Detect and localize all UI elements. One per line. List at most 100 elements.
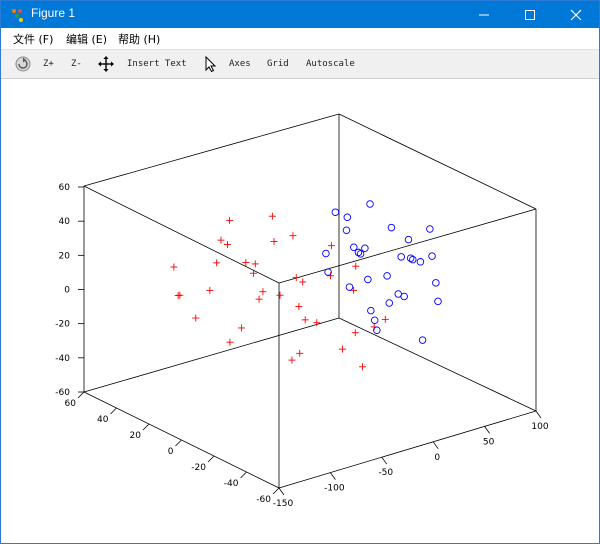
plus-point bbox=[251, 260, 259, 268]
menu-file[interactable]: 文件 (F) bbox=[13, 31, 53, 47]
scatter3d-plot: -150-100-50050100-60-40-200204060-60-40-… bbox=[55, 113, 549, 509]
plus-point bbox=[192, 314, 200, 322]
circle-point bbox=[370, 316, 379, 324]
circle-point bbox=[367, 306, 375, 315]
box-edge bbox=[83, 317, 340, 393]
box-edge bbox=[338, 113, 537, 210]
circle-point bbox=[364, 275, 372, 284]
menu-help[interactable]: 帮助 (H) bbox=[118, 31, 160, 47]
circle-point bbox=[343, 213, 352, 222]
circle-point bbox=[406, 254, 415, 262]
x-tick-mark bbox=[432, 441, 439, 450]
window-title: Figure 1 bbox=[31, 6, 76, 20]
plus-point bbox=[381, 315, 389, 323]
figure-window: Figure 1 文件 (F) 编辑 (E) 帮助 (H) Z+ Z- Inse… bbox=[0, 0, 600, 544]
insert-text-button[interactable]: Insert Text bbox=[127, 59, 187, 69]
circle-point bbox=[350, 243, 358, 252]
x-tick-label: -150 bbox=[273, 499, 294, 509]
y-tick-mark bbox=[207, 455, 215, 463]
plus-point bbox=[292, 274, 300, 282]
maximize-icon bbox=[525, 9, 535, 20]
plus-point bbox=[299, 278, 307, 286]
box-edge bbox=[278, 208, 537, 284]
circle-point bbox=[416, 258, 425, 266]
axes-box bbox=[83, 113, 537, 489]
plus-point bbox=[174, 292, 182, 300]
plus-point bbox=[217, 236, 225, 244]
circle-point bbox=[342, 226, 351, 235]
pan-icon[interactable] bbox=[97, 55, 115, 73]
x-tick-mark bbox=[381, 456, 388, 465]
plus-point bbox=[295, 303, 303, 311]
y-tick-label: 0 bbox=[168, 447, 174, 457]
circle-point bbox=[366, 200, 374, 208]
circle-point bbox=[361, 244, 369, 253]
minimize-icon bbox=[479, 14, 489, 15]
z-tick-label: -20 bbox=[55, 320, 70, 330]
y-tick-mark bbox=[77, 391, 85, 399]
plus-point bbox=[276, 291, 284, 299]
rotate-icon[interactable] bbox=[14, 55, 32, 73]
plus-point bbox=[223, 241, 231, 249]
plus-point bbox=[170, 263, 178, 271]
plus-point bbox=[289, 232, 297, 240]
data-points bbox=[170, 200, 442, 371]
circle-point bbox=[387, 223, 396, 232]
circle-point bbox=[418, 336, 427, 344]
x-tick-label: -100 bbox=[324, 484, 345, 494]
x-tick-label: 100 bbox=[531, 422, 548, 432]
app-icon bbox=[11, 9, 23, 22]
z-tick-label: -40 bbox=[55, 354, 70, 364]
plus-point bbox=[327, 242, 335, 250]
plus-point bbox=[268, 212, 276, 220]
y-tick-label: -20 bbox=[191, 463, 206, 473]
circle-point bbox=[432, 279, 440, 287]
box-edge bbox=[83, 185, 280, 284]
maximize-button[interactable] bbox=[507, 1, 553, 28]
x-tick-mark bbox=[278, 487, 285, 496]
plus-point bbox=[238, 324, 246, 332]
autoscale-button[interactable]: Autoscale bbox=[306, 59, 355, 69]
title-bar[interactable]: Figure 1 bbox=[1, 1, 599, 28]
plus-point bbox=[255, 295, 263, 303]
x-tick-label: 50 bbox=[483, 437, 495, 447]
plot-canvas[interactable]: -150 -100 -50 0 50 100 -60 -40 -20 0 20 40 60 -60 -40-… bbox=[1, 78, 599, 543]
zoom-in-button[interactable]: Z+ bbox=[43, 59, 54, 69]
circle-point bbox=[356, 250, 365, 258]
zoom-out-button[interactable]: Z- bbox=[71, 59, 82, 69]
grid-button[interactable]: Grid bbox=[267, 59, 289, 69]
axes-button[interactable]: Axes bbox=[229, 59, 251, 69]
circle-point bbox=[324, 268, 332, 276]
circle-point bbox=[434, 297, 442, 306]
y-tick-label: 60 bbox=[65, 399, 77, 409]
y-tick-label: 40 bbox=[97, 415, 109, 425]
plus-point bbox=[359, 363, 367, 371]
circle-point bbox=[409, 255, 417, 264]
x-tick-mark bbox=[484, 426, 490, 434]
x-tick-mark bbox=[330, 472, 336, 480]
axis-ticks: -150-100-50050100-60-40-200204060-60-40-… bbox=[55, 183, 549, 509]
select-pointer-icon[interactable] bbox=[201, 55, 219, 73]
y-tick-label: -60 bbox=[256, 495, 271, 505]
y-tick-mark bbox=[110, 407, 117, 415]
x-tick-label: 0 bbox=[434, 453, 440, 463]
plus-point bbox=[213, 259, 221, 267]
y-tick-label: -40 bbox=[224, 479, 239, 489]
plus-point bbox=[296, 349, 304, 357]
circle-point bbox=[426, 225, 434, 233]
menu-edit[interactable]: 编辑 (E) bbox=[66, 31, 107, 47]
plus-point bbox=[270, 237, 278, 245]
circle-point bbox=[383, 272, 391, 280]
circle-point bbox=[322, 249, 330, 258]
plus-point bbox=[301, 316, 309, 324]
z-tick-label: 40 bbox=[59, 217, 71, 227]
circle-point bbox=[331, 208, 340, 216]
plus-point bbox=[259, 288, 267, 296]
minimize-button[interactable] bbox=[461, 1, 507, 28]
toolbar: Z+ Z- Insert Text Axes Grid Autoscale bbox=[1, 49, 599, 79]
plus-point bbox=[352, 262, 360, 270]
box-edge bbox=[83, 113, 340, 187]
x-tick-label: -50 bbox=[378, 468, 393, 478]
circle-point bbox=[345, 283, 354, 291]
close-button[interactable] bbox=[553, 1, 599, 28]
